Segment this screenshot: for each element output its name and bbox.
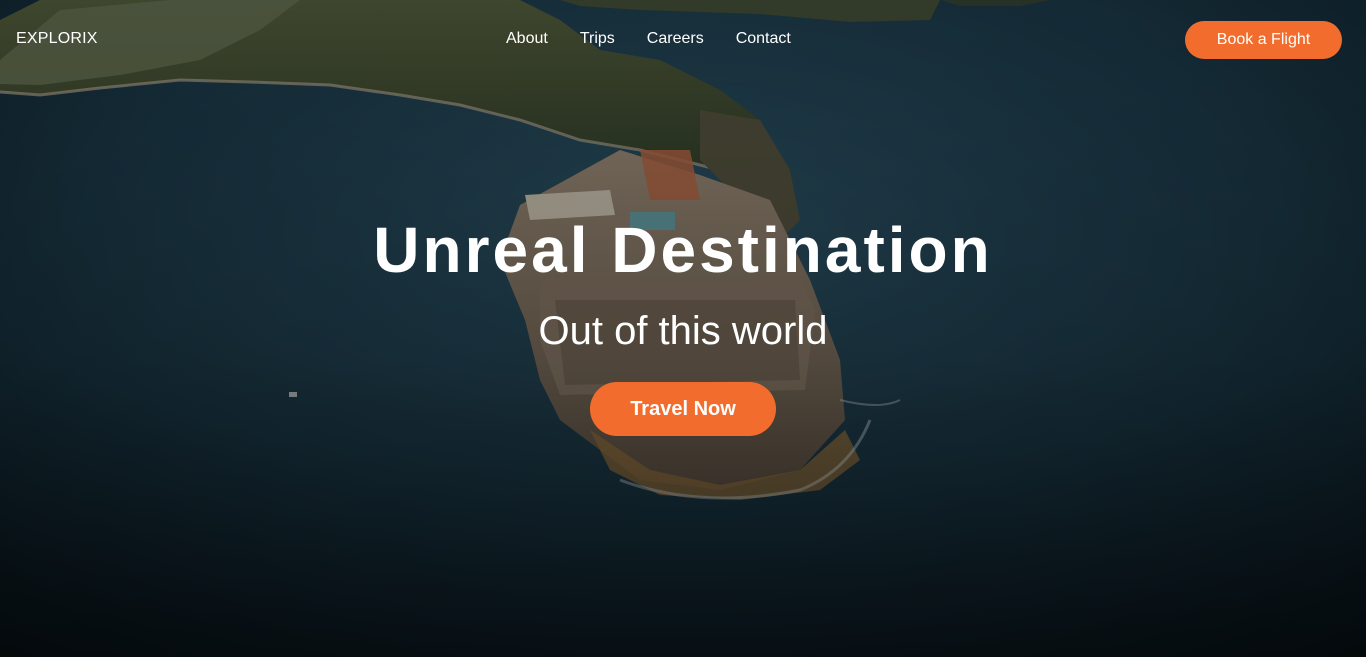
nav-item-trips: Trips <box>580 30 647 48</box>
nav-links: About Trips Careers Contact <box>506 30 823 48</box>
top-navbar: EXPLORIX About Trips Careers Contact Boo… <box>0 0 1366 80</box>
nav-item-careers: Careers <box>647 30 736 48</box>
site-logo[interactable]: EXPLORIX <box>16 30 98 48</box>
nav-link-careers[interactable]: Careers <box>647 30 704 48</box>
travel-now-button[interactable]: Travel Now <box>590 382 776 436</box>
hero-section: EXPLORIX About Trips Careers Contact Boo… <box>0 0 1366 657</box>
nav-item-contact: Contact <box>736 30 823 48</box>
book-flight-button[interactable]: Book a Flight <box>1185 21 1342 59</box>
nav-link-trips[interactable]: Trips <box>580 30 615 48</box>
hero-subtitle: Out of this world <box>538 309 828 353</box>
nav-link-contact[interactable]: Contact <box>736 30 791 48</box>
nav-link-about[interactable]: About <box>506 30 548 48</box>
nav-item-about: About <box>506 30 580 48</box>
hero-content: Unreal Destination Out of this world Tra… <box>0 212 1366 436</box>
hero-title: Unreal Destination <box>373 214 993 286</box>
